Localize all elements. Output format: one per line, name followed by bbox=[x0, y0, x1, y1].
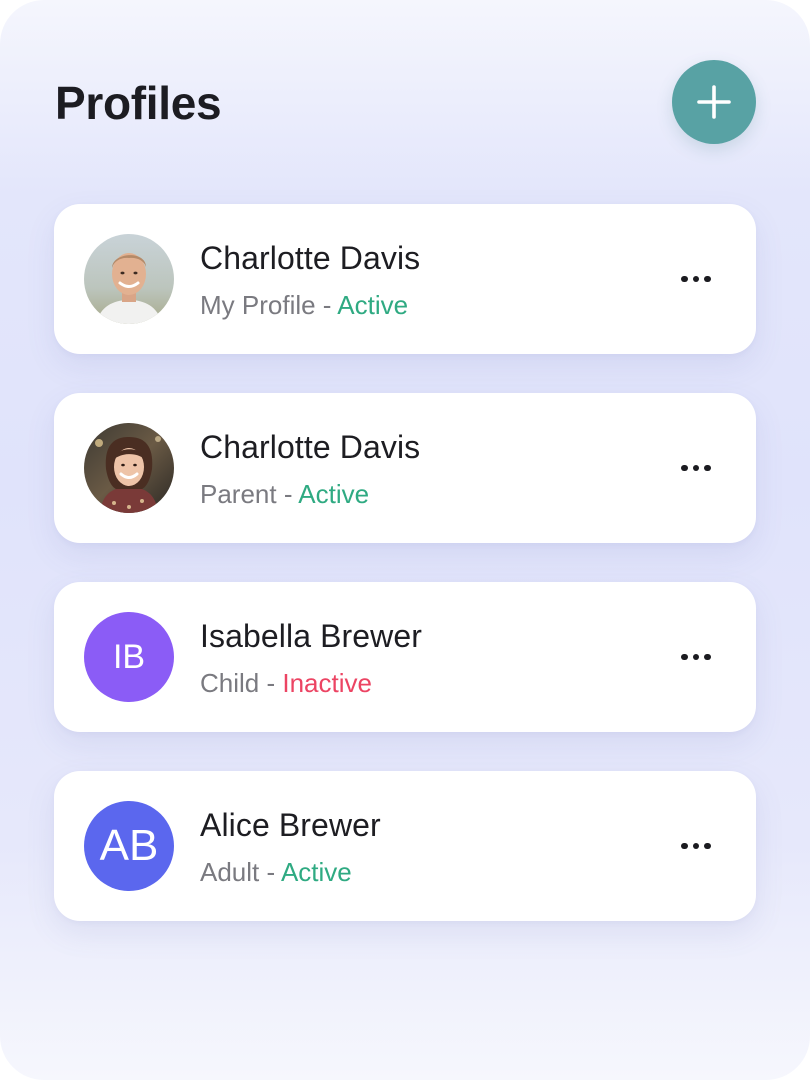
more-horizontal-icon bbox=[681, 653, 688, 661]
profile-name: Isabella Brewer bbox=[200, 618, 423, 654]
profile-subtitle: My Profile - Active bbox=[200, 290, 408, 321]
status-label: Active bbox=[280, 857, 352, 887]
profile-name: Alice Brewer bbox=[200, 807, 381, 843]
profile-subtitle: Adult - Active bbox=[200, 857, 352, 888]
profile-name: Charlotte Davis bbox=[200, 429, 421, 465]
more-dot bbox=[692, 275, 700, 283]
separator: - bbox=[315, 290, 338, 320]
avatar-photo-woman bbox=[84, 423, 174, 513]
page-title: Profiles bbox=[55, 77, 222, 129]
profile-name: Charlotte Davis bbox=[200, 240, 421, 276]
avatar bbox=[84, 423, 174, 513]
more-dot bbox=[692, 842, 700, 850]
avatar-initials: IB bbox=[84, 612, 174, 702]
avatar-initials: AB bbox=[84, 801, 174, 891]
separator: - bbox=[259, 668, 283, 698]
separator: - bbox=[259, 857, 281, 887]
profile-role: Adult bbox=[200, 857, 260, 887]
status-label: Active bbox=[337, 290, 409, 320]
avatar bbox=[84, 234, 174, 324]
profile-role: My Profile bbox=[200, 290, 316, 320]
status-label: Active bbox=[298, 479, 370, 509]
separator: - bbox=[276, 479, 299, 509]
profile-role: Parent bbox=[200, 479, 277, 509]
profile-role: Child bbox=[200, 668, 260, 698]
more-options-button[interactable] bbox=[666, 826, 726, 866]
profile-card[interactable]: Charlotte Davis My Profile - Active bbox=[54, 204, 756, 354]
add-profile-button[interactable] bbox=[672, 60, 756, 144]
more-horizontal-icon bbox=[681, 275, 688, 283]
profile-card[interactable]: Charlotte Davis Parent - Active bbox=[54, 393, 756, 543]
more-dot bbox=[692, 464, 700, 472]
more-options-button[interactable] bbox=[666, 259, 726, 299]
more-dot bbox=[692, 653, 700, 661]
more-horizontal-icon bbox=[681, 842, 688, 850]
plus-icon bbox=[697, 85, 731, 119]
more-dot bbox=[704, 275, 711, 283]
avatar-photo-man bbox=[84, 234, 174, 324]
more-dot bbox=[704, 653, 711, 661]
profile-card[interactable]: IB Isabella Brewer Child - Inactive bbox=[54, 582, 756, 732]
more-dot bbox=[704, 842, 711, 850]
more-options-button[interactable] bbox=[666, 448, 726, 488]
profiles-screen: Profiles Charlotte Davis My Profile - Ac… bbox=[0, 0, 810, 1080]
profile-subtitle: Child - Inactive bbox=[200, 668, 372, 699]
more-options-button[interactable] bbox=[666, 637, 726, 677]
more-horizontal-icon bbox=[681, 464, 688, 472]
status-label: Inactive bbox=[282, 668, 372, 698]
more-dot bbox=[704, 464, 711, 472]
profile-subtitle: Parent - Active bbox=[200, 479, 369, 510]
profile-card[interactable]: AB Alice Brewer Adult - Active bbox=[54, 771, 756, 921]
